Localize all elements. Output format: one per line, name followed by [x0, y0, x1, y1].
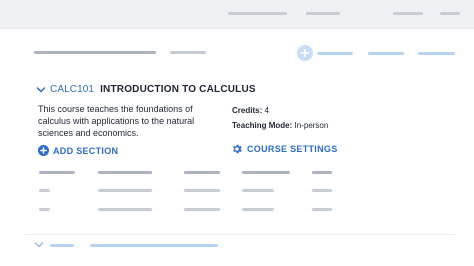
gear-icon — [231, 143, 243, 155]
course-title: INTRODUCTION TO CALCULUS — [100, 84, 256, 95]
nav-placeholder-2[interactable] — [306, 12, 340, 15]
add-section-label: ADD SECTION — [53, 145, 119, 156]
teaching-mode-info: Teaching Mode: In-person — [232, 121, 328, 130]
table-cell — [312, 189, 332, 192]
toolbar-link-2[interactable] — [368, 52, 404, 55]
table-cell — [98, 189, 152, 192]
add-section-button[interactable]: ADD SECTION — [38, 145, 118, 156]
breadcrumb-placeholder — [34, 51, 156, 54]
table-cell — [184, 189, 220, 192]
table-cell — [242, 208, 274, 211]
table-cell — [184, 208, 220, 211]
nav-placeholder-3[interactable] — [393, 12, 423, 15]
table-cell — [98, 208, 152, 211]
column-header — [242, 171, 290, 174]
chevron-down-icon[interactable] — [36, 85, 46, 95]
credits-label: Credits: — [232, 106, 263, 115]
column-header — [39, 171, 75, 174]
credits-info: Credits: 4 — [232, 106, 269, 115]
course-code: CALC101 — [50, 84, 95, 95]
plus-icon — [301, 49, 309, 57]
next-course-code-placeholder — [50, 244, 74, 247]
table-cell — [39, 208, 50, 211]
column-header — [312, 171, 332, 174]
course-settings-button[interactable]: COURSE SETTINGS — [231, 143, 338, 155]
section-divider — [25, 234, 455, 235]
toolbar-link-3[interactable] — [418, 52, 455, 55]
credits-value: 4 — [264, 106, 269, 115]
table-cell — [242, 189, 274, 192]
nav-placeholder-4[interactable] — [440, 12, 460, 15]
course-header[interactable]: CALC101 INTRODUCTION TO CALCULUS — [36, 84, 256, 95]
table-cell — [39, 189, 50, 192]
teaching-mode-value: In-person — [294, 121, 329, 130]
table-cell — [312, 208, 332, 211]
chevron-down-icon[interactable] — [34, 240, 44, 250]
teaching-mode-label: Teaching Mode: — [232, 121, 293, 130]
plus-circle-icon — [38, 145, 49, 156]
column-header — [98, 171, 152, 174]
course-description: This course teaches the foundations of c… — [38, 104, 195, 138]
breadcrumb-placeholder-2 — [170, 51, 206, 54]
column-header — [184, 171, 220, 174]
toolbar-link-1[interactable] — [317, 52, 353, 55]
top-bar — [0, 0, 474, 29]
add-course-button[interactable] — [297, 45, 313, 61]
nav-placeholder-1[interactable] — [228, 12, 287, 15]
course-settings-label: COURSE SETTINGS — [247, 144, 338, 154]
next-course-title-placeholder — [90, 244, 218, 247]
